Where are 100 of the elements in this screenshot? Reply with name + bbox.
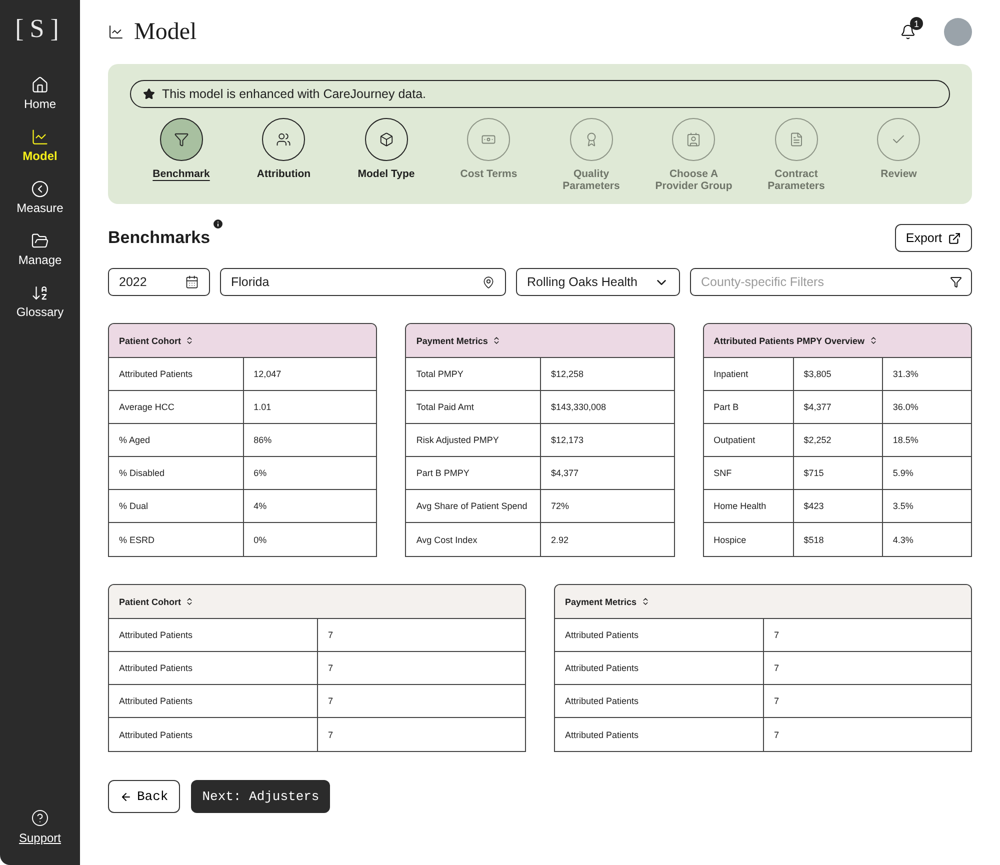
sort-az-icon [31, 284, 49, 302]
table-cell: $12,258 [540, 358, 674, 392]
table-cell: 2.92 [540, 523, 674, 556]
banner-text: This model is enhanced with CareJourney data. [162, 87, 426, 101]
filter-icon[interactable] [950, 276, 962, 288]
table-cell: Avg Share of Patient Spend [406, 490, 540, 524]
table-cell-text: Hospice [712, 534, 748, 547]
sort-icon [185, 597, 194, 606]
support-link[interactable]: Support [18, 809, 62, 845]
section-title: Benchmarks [108, 228, 210, 248]
table-cell: 4% [242, 490, 376, 524]
table-cell: $2,252 [792, 424, 882, 458]
table-cell: 31.3% [882, 358, 971, 392]
table-cell: Attributed Patients [555, 619, 763, 652]
avatar[interactable] [944, 18, 972, 46]
table-cell: 7 [317, 619, 525, 652]
star-icon [143, 88, 155, 100]
table-cell-text: Avg Cost Index [415, 534, 478, 547]
step-button[interactable]: Attribution [232, 118, 335, 192]
back-button[interactable]: Back [108, 780, 180, 814]
table-cell: 0% [242, 523, 376, 556]
page-title: Model [134, 18, 197, 46]
table-cell: 1.01 [242, 391, 376, 424]
table-cell: 4.3% [882, 523, 971, 556]
table-cell: Attributed Patients [109, 652, 317, 686]
table-cell: Attributed Patients [109, 358, 243, 392]
export-button[interactable]: Export [894, 224, 972, 252]
table-cell: Attributed Patients [109, 685, 317, 718]
table-header[interactable]: Payment Metrics [406, 324, 674, 358]
document-icon [788, 132, 804, 147]
nav-item[interactable]: Model [22, 128, 58, 163]
table-cell: Total PMPY [406, 358, 540, 392]
help-icon [31, 809, 49, 827]
line-chart-icon [108, 24, 124, 40]
support-label: Support [18, 831, 62, 845]
table-header[interactable]: Patient Cohort [109, 324, 376, 358]
arrow-left-icon [120, 790, 132, 803]
table-cell: Part B PMPY [406, 457, 540, 490]
external-link-icon [948, 232, 961, 245]
table-cell: Total Paid Amt [406, 391, 540, 424]
step-button[interactable]: Benchmark [130, 118, 232, 192]
table-cell: 7 [763, 619, 971, 652]
map-pin-icon [482, 276, 495, 289]
table-cell: 72% [540, 490, 674, 524]
line-chart-icon [30, 128, 49, 146]
table-cell: Average HCC [109, 391, 243, 424]
notifications-button[interactable] [900, 24, 916, 40]
organization-dropdown[interactable]: Rolling Oaks Health [516, 268, 680, 296]
table-cell: 7 [317, 652, 525, 686]
table-cell: % Dual [109, 490, 243, 524]
sort-icon [185, 336, 194, 346]
calendar-icon [185, 275, 199, 290]
table-cell: Inpatient [704, 358, 793, 392]
table-cell: Attributed Patients [555, 652, 763, 686]
table-cell: SNF [704, 457, 793, 490]
nav-item[interactable]: Home [24, 76, 56, 111]
table-cell: 6% [242, 457, 376, 490]
table-cell: $715 [792, 457, 882, 490]
table-cell: Home Health [704, 490, 793, 524]
location-picker[interactable]: Florida [220, 268, 506, 296]
table-cell: 18.5% [882, 424, 971, 458]
table-cell: Part B [704, 391, 793, 424]
step-button[interactable]: Model Type [335, 118, 438, 192]
table-header[interactable]: Attributed Patients PMPY Overview [704, 324, 971, 358]
table-cell: % Disabled [109, 457, 243, 490]
table-cell: $143,330,008 [540, 391, 674, 424]
nav-item[interactable]: Glossary [16, 284, 64, 319]
users-icon [276, 132, 292, 147]
table-cell-text: Attributed Patients [564, 728, 640, 742]
cube-icon [378, 132, 394, 147]
table-cell: Risk Adjusted PMPY [406, 424, 540, 458]
table-cell: Attributed Patients [109, 619, 317, 652]
table-cell: % Aged [109, 424, 243, 458]
table-cell: $4,377 [540, 457, 674, 490]
logo: [S] [15, 14, 65, 44]
table-cell: 3.5% [882, 490, 971, 524]
year-picker[interactable]: 2022 [108, 268, 210, 296]
nav-item[interactable]: Measure [16, 180, 64, 215]
notification-badge: 1 [910, 17, 923, 30]
next-button[interactable]: Next: Adjusters [191, 780, 330, 814]
table-cell: $518 [792, 523, 882, 556]
sort-icon [640, 597, 650, 606]
table-cell: 7 [317, 718, 525, 752]
table-cell: 86% [242, 424, 376, 458]
sort-icon [492, 336, 501, 346]
table-header[interactable]: Patient Cohort [109, 585, 525, 620]
id-card-icon [686, 132, 702, 147]
table-cell: $4,377 [792, 391, 882, 424]
table-cell: $3,805 [792, 358, 882, 392]
table-cell: Attributed Patients [555, 685, 763, 718]
table-cell: 7 [763, 685, 971, 718]
table-header[interactable]: Payment Metrics [555, 585, 971, 620]
folder-icon [31, 232, 49, 250]
table-cell: 36.0% [882, 391, 971, 424]
filter-icon [174, 132, 189, 147]
nav-item[interactable]: Manage [18, 232, 62, 267]
table-cell: Outpatient [704, 424, 793, 458]
info-icon[interactable] [212, 218, 224, 230]
table-cell: 7 [763, 652, 971, 686]
county-filter-field[interactable]: County-specific Filters [690, 268, 972, 296]
